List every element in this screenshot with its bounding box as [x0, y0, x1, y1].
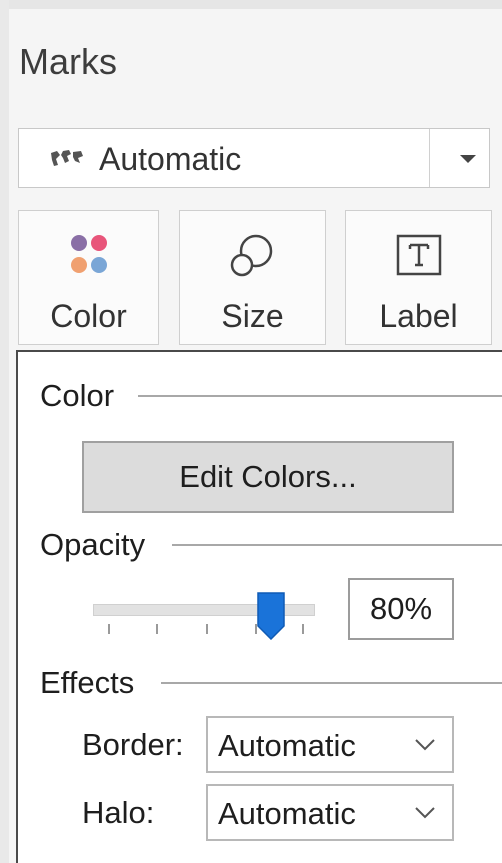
opacity-percent-input[interactable]: 80%: [348, 578, 454, 640]
text-label-icon: [396, 234, 441, 276]
chevron-down-icon: [415, 807, 435, 819]
effects-section-title: Effects: [40, 663, 135, 703]
size-shelf-button[interactable]: Size: [179, 210, 326, 345]
opacity-section-title: Opacity: [40, 525, 146, 565]
mark-type-dropdown[interactable]: Automatic: [18, 128, 490, 188]
chevron-down-icon: [415, 739, 435, 751]
slider-tick: [108, 624, 110, 634]
border-select-value: Automatic: [218, 728, 356, 763]
border-select[interactable]: Automatic: [206, 716, 454, 773]
marks-card-title: Marks: [19, 41, 117, 82]
halo-select[interactable]: Automatic: [206, 784, 454, 841]
halo-select-value: Automatic: [218, 796, 356, 831]
opacity-slider-thumb[interactable]: [256, 592, 285, 640]
left-edge-strip: [0, 0, 9, 863]
label-shelf-label: Label: [379, 298, 458, 334]
slider-tick: [206, 624, 208, 634]
chevron-down-icon[interactable]: [457, 149, 479, 169]
size-circles-icon: [230, 234, 272, 277]
edit-colors-button[interactable]: Edit Colors...: [82, 441, 454, 513]
top-edge-strip: [9, 0, 502, 9]
border-label: Border:: [82, 727, 184, 762]
color-shelf-label: Color: [50, 298, 127, 334]
color-section-title: Color: [40, 376, 115, 416]
dropdown-divider: [429, 129, 430, 187]
color-section-rule: [138, 395, 502, 397]
color-shelf-button[interactable]: Color: [18, 210, 159, 345]
halo-label: Halo:: [82, 795, 155, 830]
slider-tick: [156, 624, 158, 634]
slider-tick: [302, 624, 304, 634]
color-dots-icon: [70, 235, 107, 273]
effects-section-rule: [161, 682, 502, 684]
label-shelf-button[interactable]: Label: [345, 210, 492, 345]
map-icon: [51, 150, 83, 166]
opacity-slider[interactable]: [93, 592, 318, 640]
mark-type-value: Automatic: [99, 141, 242, 177]
size-shelf-label: Size: [221, 298, 284, 334]
color-options-popover: Color Edit Colors... Opacity 80% Effects…: [16, 350, 502, 863]
opacity-section-rule: [172, 544, 502, 546]
